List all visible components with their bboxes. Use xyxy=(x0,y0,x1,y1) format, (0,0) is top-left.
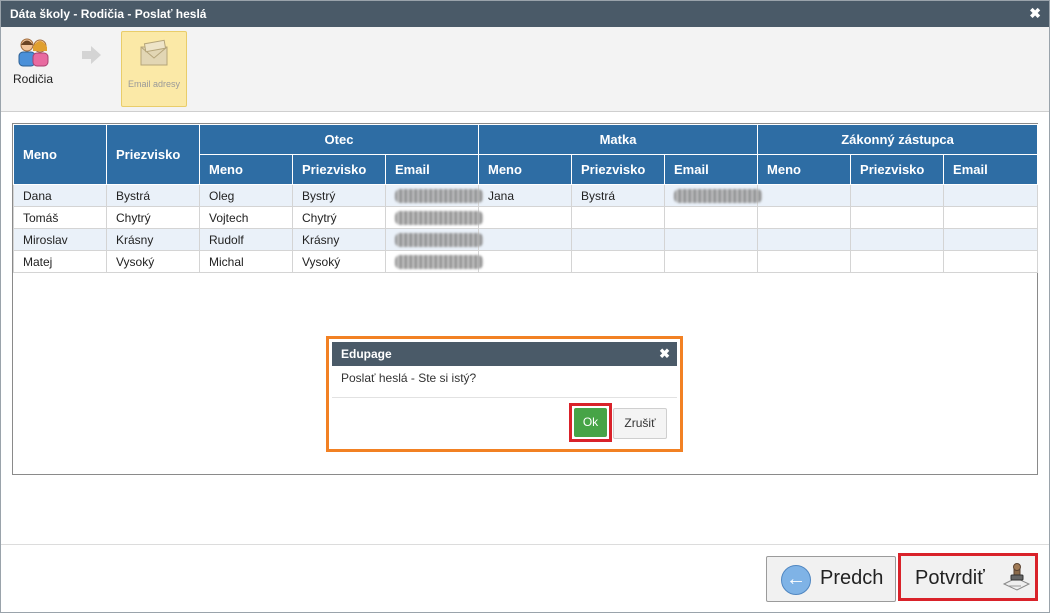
cell-zastupca-priezvisko xyxy=(850,184,945,207)
cell-zastupca-email xyxy=(943,250,1039,273)
cell-meno: Dana xyxy=(13,184,107,207)
back-arrow-icon: ← xyxy=(781,565,811,595)
step-parents[interactable]: Rodičia xyxy=(9,37,57,86)
step-arrow-icon xyxy=(82,46,101,64)
cell-matka-priezvisko xyxy=(571,228,665,251)
cell-zastupca-email xyxy=(943,206,1039,229)
cell-otec-priezvisko: Bystrý xyxy=(292,184,386,207)
cell-zastupca-meno xyxy=(757,206,852,229)
cell-otec-email xyxy=(385,228,483,251)
confirm-dialog-message: Poslať heslá - Ste si istý? xyxy=(341,371,477,385)
ok-button-highlight: Ok xyxy=(569,403,612,442)
header-group-zastupca: Zákonný zástupca xyxy=(757,124,1039,155)
header-matka-meno[interactable]: Meno xyxy=(478,154,572,185)
cell-zastupca-meno xyxy=(757,228,852,251)
table-row[interactable]: Miroslav Krásny Rudolf Krásny xyxy=(13,228,1039,251)
dialog-window: Dáta školy - Rodičia - Poslať heslá ✖ Ro… xyxy=(0,0,1050,613)
cell-matka-meno xyxy=(478,250,572,273)
redacted-email xyxy=(395,188,483,203)
redacted-email xyxy=(395,254,483,269)
confirm-dialog-close-icon[interactable]: ✖ xyxy=(659,346,670,362)
stamp-icon xyxy=(1002,563,1031,591)
header-zastupca-meno[interactable]: Meno xyxy=(757,154,852,185)
cell-matka-meno xyxy=(478,206,572,229)
redacted-email xyxy=(395,210,483,225)
header-priezvisko[interactable]: Priezvisko xyxy=(106,124,200,185)
cell-otec-priezvisko: Krásny xyxy=(292,228,386,251)
header-otec-email[interactable]: Email xyxy=(385,154,479,185)
step-parents-label: Rodičia xyxy=(12,72,54,86)
footer-divider xyxy=(1,544,1049,545)
cancel-button[interactable]: Zrušiť xyxy=(613,408,667,439)
window-titlebar: Dáta školy - Rodičia - Poslať heslá ✖ xyxy=(1,1,1049,27)
confirm-dialog-title: Edupage xyxy=(341,347,392,361)
cell-otec-meno: Michal xyxy=(199,250,293,273)
header-matka-email[interactable]: Email xyxy=(663,154,759,185)
cell-otec-meno: Vojtech xyxy=(199,206,293,229)
cell-matka-email xyxy=(663,250,759,273)
cell-priezvisko: Bystrá xyxy=(106,184,200,207)
cell-meno: Miroslav xyxy=(13,228,107,251)
cell-otec-email xyxy=(385,206,483,229)
confirm-button[interactable]: Potvrdiť xyxy=(898,553,1038,601)
cell-otec-email xyxy=(385,184,483,207)
header-otec-priezvisko[interactable]: Priezvisko xyxy=(292,154,386,185)
step-email-addresses[interactable]: Email adresy xyxy=(121,31,187,107)
ok-button[interactable]: Ok xyxy=(574,408,607,437)
cell-matka-priezvisko: Bystrá xyxy=(571,184,665,207)
cell-otec-priezvisko: Chytrý xyxy=(292,206,386,229)
cell-matka-email xyxy=(663,228,759,251)
window-title: Dáta školy - Rodičia - Poslať heslá xyxy=(10,7,207,21)
cell-zastupca-priezvisko xyxy=(850,250,945,273)
cell-otec-meno: Rudolf xyxy=(199,228,293,251)
cell-matka-email xyxy=(663,184,762,207)
header-otec-meno[interactable]: Meno xyxy=(199,154,293,185)
table-row[interactable]: Matej Vysoký Michal Vysoký xyxy=(13,250,1039,273)
cell-zastupca-priezvisko xyxy=(850,206,945,229)
window-close-icon[interactable]: ✖ xyxy=(1029,5,1041,22)
cell-matka-priezvisko xyxy=(571,206,665,229)
cell-otec-email xyxy=(385,250,483,273)
table-row[interactable]: Dana Bystrá Oleg Bystrý Jana Bystrá xyxy=(13,184,1039,207)
parents-icon xyxy=(18,38,49,67)
cell-priezvisko: Krásny xyxy=(106,228,200,251)
wizard-steps: Rodičia Email adresy xyxy=(1,27,1049,112)
dialog-divider xyxy=(332,397,677,398)
cell-priezvisko: Vysoký xyxy=(106,250,200,273)
header-meno[interactable]: Meno xyxy=(13,124,107,185)
step-email-label: Email adresy xyxy=(127,79,181,89)
cell-zastupca-meno xyxy=(757,184,852,207)
cell-matka-email xyxy=(663,206,759,229)
confirm-dialog-header: Edupage ✖ xyxy=(332,342,677,366)
table-row[interactable]: Tomáš Chytrý Vojtech Chytrý xyxy=(13,206,1039,229)
back-button-label: Predch xyxy=(820,567,884,589)
cell-zastupca-email xyxy=(943,184,1039,207)
cell-priezvisko: Chytrý xyxy=(106,206,200,229)
header-group-otec: Otec xyxy=(199,124,479,155)
cell-matka-priezvisko xyxy=(571,250,665,273)
header-matka-priezvisko[interactable]: Priezvisko xyxy=(571,154,665,185)
redacted-email xyxy=(674,188,762,203)
cell-meno: Matej xyxy=(13,250,107,273)
cell-zastupca-priezvisko xyxy=(850,228,945,251)
back-button[interactable]: ← Predch xyxy=(766,556,896,602)
header-group-matka: Matka xyxy=(477,124,759,155)
cell-otec-meno: Oleg xyxy=(199,184,293,207)
cell-zastupca-meno xyxy=(757,250,852,273)
cell-zastupca-email xyxy=(943,228,1039,251)
header-zastupca-email[interactable]: Email xyxy=(943,154,1039,185)
confirm-dialog: Edupage ✖ Poslať heslá - Ste si istý? Ok… xyxy=(326,336,683,452)
cell-meno: Tomáš xyxy=(13,206,107,229)
cell-matka-meno xyxy=(478,228,572,251)
envelope-icon xyxy=(140,39,168,66)
redacted-email xyxy=(395,232,483,247)
cell-matka-meno: Jana xyxy=(478,184,572,207)
confirm-button-label: Potvrdiť xyxy=(915,567,985,589)
parents-table: Meno Priezvisko Otec Matka Zákonný zástu… xyxy=(13,124,1039,273)
header-zastupca-priezvisko[interactable]: Priezvisko xyxy=(850,154,945,185)
cell-otec-priezvisko: Vysoký xyxy=(292,250,386,273)
